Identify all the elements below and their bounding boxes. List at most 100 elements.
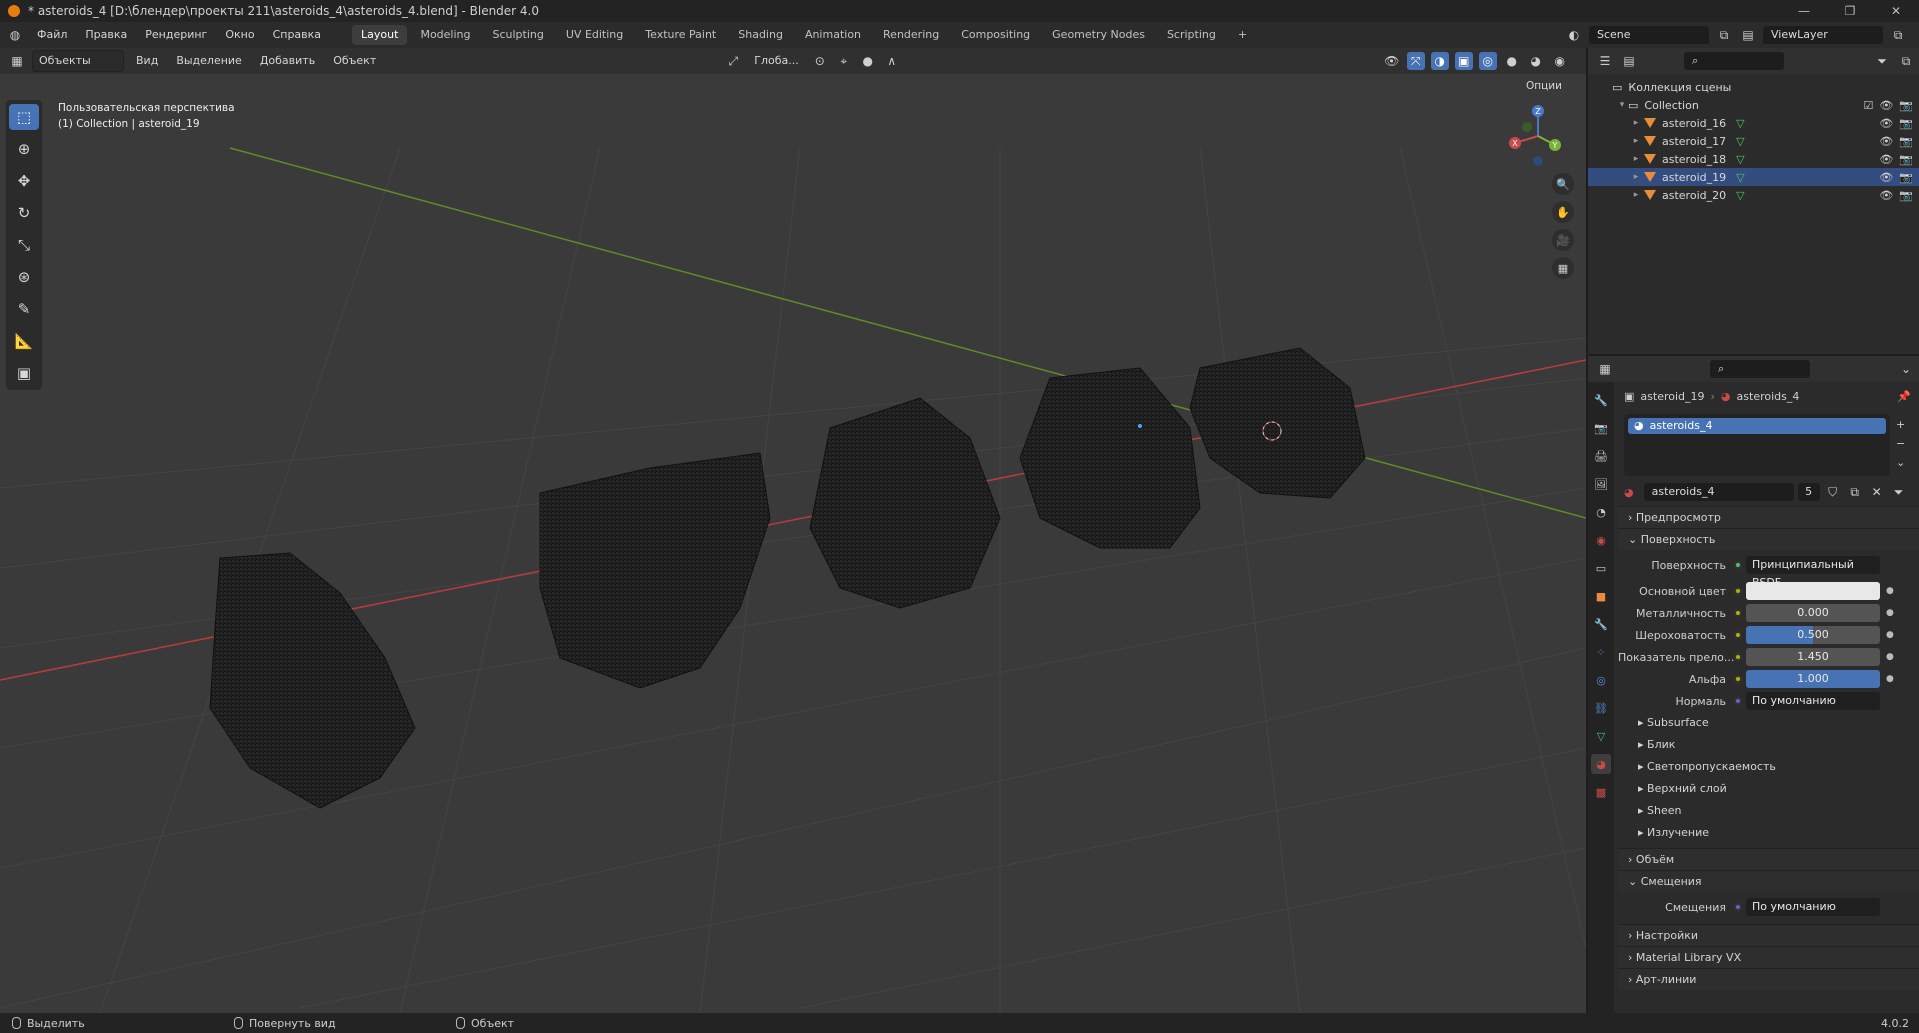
view-layer-tab-icon[interactable]: 🖼: [1591, 474, 1611, 494]
pivot-icon[interactable]: ⊙: [811, 52, 829, 70]
remove-slot-button[interactable]: −: [1896, 437, 1905, 450]
eye-icon[interactable]: 👁: [1879, 99, 1893, 112]
section-displacement[interactable]: ⌄ Смещения: [1618, 870, 1919, 892]
expand-icon[interactable]: ▸: [1630, 136, 1642, 146]
expand-icon[interactable]: ▸: [1630, 172, 1642, 182]
shading-wireframe-icon[interactable]: ◎: [1478, 52, 1497, 70]
unlink-icon[interactable]: ✕: [1868, 483, 1886, 501]
view-layer-field[interactable]: ViewLayer: [1763, 26, 1883, 44]
keyframe-icon[interactable]: ●: [1886, 608, 1894, 618]
material-tab-icon[interactable]: ◕: [1591, 754, 1611, 774]
section-settings[interactable]: › Настройки: [1618, 924, 1919, 946]
tab-shading[interactable]: Shading: [729, 25, 792, 45]
mode-dropdown[interactable]: Объекты: [32, 50, 124, 72]
object-tab-icon[interactable]: ■: [1591, 586, 1611, 606]
menu-help[interactable]: Справка: [264, 22, 330, 48]
annotate-tool[interactable]: ✎: [9, 296, 39, 322]
snap-icon[interactable]: ⌖: [835, 52, 853, 70]
tab-geometry-nodes[interactable]: Geometry Nodes: [1043, 25, 1154, 45]
xray-toggle-icon[interactable]: ▣: [1454, 52, 1473, 70]
checkbox-icon[interactable]: ☑: [1863, 99, 1873, 112]
subpanel-coat[interactable]: ▸ Верхний слой: [1618, 778, 1919, 800]
slot-menu-icon[interactable]: ⌄: [1896, 456, 1905, 469]
render-tab-icon[interactable]: 📷: [1591, 418, 1611, 438]
new-scene-icon[interactable]: ⧉: [1715, 26, 1733, 44]
keyframe-icon[interactable]: ●: [1886, 674, 1894, 684]
add-workspace-button[interactable]: +: [1229, 25, 1256, 45]
output-tab-icon[interactable]: 🖨: [1591, 446, 1611, 466]
pan-hand-icon[interactable]: ✋: [1552, 201, 1574, 223]
subpanel-sheen[interactable]: ▸ Sheen: [1618, 800, 1919, 822]
filter-icon[interactable]: ⏷: [1873, 52, 1891, 70]
mesh-data-icon[interactable]: ▽: [1736, 189, 1744, 202]
mesh-data-icon[interactable]: ▽: [1736, 117, 1744, 130]
editor-type-icon[interactable]: ☰: [1596, 52, 1614, 70]
expand-icon[interactable]: ▸: [1630, 154, 1642, 164]
tab-compositing[interactable]: Compositing: [952, 25, 1039, 45]
tab-rendering[interactable]: Rendering: [874, 25, 948, 45]
tab-sculpting[interactable]: Sculpting: [484, 25, 553, 45]
mesh-data-icon[interactable]: ▽: [1736, 153, 1744, 166]
normal-field[interactable]: По умолчанию: [1746, 692, 1880, 710]
section-volume[interactable]: › Объём: [1618, 848, 1919, 870]
subpanel-subsurface[interactable]: ▸ Subsurface: [1618, 712, 1919, 734]
scene-tab-icon[interactable]: ◔: [1591, 502, 1611, 522]
pin-icon[interactable]: 📌: [1897, 390, 1911, 403]
eye-icon[interactable]: 👁: [1879, 153, 1893, 166]
scene-icon[interactable]: ◐: [1565, 26, 1583, 44]
falloff-icon[interactable]: ∧: [883, 52, 901, 70]
add-cube-tool[interactable]: ▣: [9, 360, 39, 386]
modifier-tab-icon[interactable]: 🔧: [1591, 614, 1611, 634]
outliner-item[interactable]: ▸ asteroid_18 ▽ 👁 📷: [1588, 150, 1919, 168]
expand-icon[interactable]: ▸: [1630, 190, 1642, 200]
shader-socket-icon[interactable]: [1734, 561, 1742, 569]
physics-tab-icon[interactable]: ◎: [1591, 670, 1611, 690]
menu-edit[interactable]: Правка: [76, 22, 136, 48]
shading-solid-icon[interactable]: ●: [1503, 52, 1521, 70]
tab-scripting[interactable]: Scripting: [1158, 25, 1225, 45]
section-surface[interactable]: ⌄ Поверхность: [1618, 528, 1919, 550]
camera-icon[interactable]: 📷: [1899, 135, 1913, 148]
transform-orientation-icon[interactable]: ⤢: [724, 52, 742, 70]
close-button[interactable]: ✕: [1873, 0, 1919, 22]
scene-collection-row[interactable]: ▭ Коллекция сцены: [1588, 78, 1919, 96]
transform-tool[interactable]: ⊛: [9, 264, 39, 290]
ior-field[interactable]: 1.450: [1746, 648, 1880, 666]
keyframe-icon[interactable]: ●: [1886, 630, 1894, 640]
surface-shader-field[interactable]: Принципиальный BSDF: [1746, 556, 1880, 589]
asteroid-mesh[interactable]: [539, 452, 771, 689]
tab-modeling[interactable]: Modeling: [411, 25, 479, 45]
blender-menu-icon[interactable]: ◍: [6, 26, 24, 44]
overlay-toggle-icon[interactable]: ◑: [1430, 52, 1449, 70]
cursor-tool[interactable]: ⊕: [9, 136, 39, 162]
add-slot-button[interactable]: +: [1896, 418, 1905, 431]
display-mode-icon[interactable]: ▤: [1620, 52, 1638, 70]
camera-icon[interactable]: 📷: [1899, 189, 1913, 202]
mesh-data-icon[interactable]: ▽: [1736, 171, 1744, 184]
duplicate-icon[interactable]: ⧉: [1846, 483, 1864, 501]
eye-icon[interactable]: 👁: [1879, 189, 1893, 202]
maximize-button[interactable]: ❐: [1827, 0, 1873, 22]
scale-tool[interactable]: ⤡: [9, 232, 39, 258]
transform-orientation-dropdown[interactable]: Глоба...: [748, 51, 804, 71]
vector-socket-icon[interactable]: [1734, 903, 1742, 911]
displacement-field[interactable]: По умолчанию: [1746, 898, 1880, 916]
fake-user-icon[interactable]: ⛉: [1824, 483, 1842, 501]
outliner-item-active[interactable]: ▸ asteroid_19 ▽ 👁 📷: [1588, 168, 1919, 186]
metallic-field[interactable]: 0.000: [1746, 604, 1880, 622]
camera-icon[interactable]: 🎥: [1552, 229, 1574, 251]
world-tab-icon[interactable]: ◉: [1591, 530, 1611, 550]
expand-icon[interactable]: ▸: [1630, 118, 1642, 128]
scene-field[interactable]: Scene: [1589, 26, 1709, 44]
new-collection-icon[interactable]: ⧉: [1897, 52, 1915, 70]
base-color-swatch[interactable]: [1746, 582, 1880, 600]
vector-socket-icon[interactable]: [1734, 697, 1742, 705]
asteroid-mesh[interactable]: [1189, 347, 1366, 499]
menu-render[interactable]: Рендеринг: [136, 22, 216, 48]
users-count[interactable]: 5: [1797, 483, 1820, 501]
menu-select[interactable]: Выделение: [170, 51, 248, 71]
select-box-tool[interactable]: ⬚: [9, 104, 39, 130]
subpanel-emission[interactable]: ▸ Излучение: [1618, 822, 1919, 844]
menu-view[interactable]: Вид: [130, 51, 164, 71]
socket-icon[interactable]: [1734, 609, 1742, 617]
